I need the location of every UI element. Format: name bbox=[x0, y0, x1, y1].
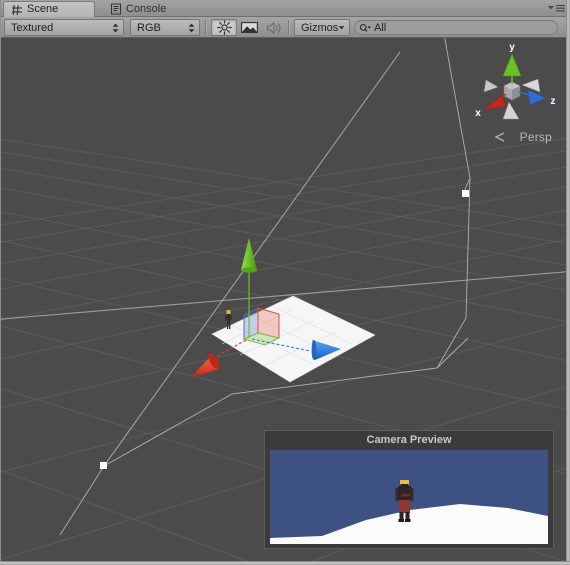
chevron-down-icon bbox=[338, 25, 345, 29]
tab-scene-label: Scene bbox=[27, 3, 59, 15]
camera-preview-title: Camera Preview bbox=[265, 431, 553, 449]
tab-console-label: Console bbox=[126, 2, 167, 15]
neg-x-cone bbox=[521, 78, 541, 93]
gizmos-dropdown[interactable]: Gizmos bbox=[294, 19, 350, 36]
scene-toolbar: Textured RGB Gizmos All bbox=[0, 17, 570, 38]
tab-console[interactable]: Console bbox=[103, 1, 189, 17]
console-list-icon bbox=[111, 3, 121, 15]
lighting-toggle-button[interactable] bbox=[211, 19, 237, 36]
window-right-edge bbox=[566, 0, 570, 565]
frustum-handle bbox=[462, 190, 469, 197]
unity-scene-window: Scene Console Textured RGB Gizmos All y … bbox=[0, 0, 570, 565]
render-mode-dropdown[interactable]: RGB bbox=[130, 19, 200, 36]
draw-mode-dropdown[interactable]: Textured bbox=[4, 19, 124, 36]
audio-toggle-button[interactable] bbox=[261, 19, 287, 36]
gizmo-x-label: x bbox=[475, 108, 481, 119]
neg-z-cone bbox=[483, 79, 499, 93]
search-input[interactable]: All bbox=[354, 20, 558, 35]
tab-scene[interactable]: Scene bbox=[3, 1, 95, 17]
toolbar-separator bbox=[205, 20, 207, 35]
render-mode-label: RGB bbox=[137, 21, 161, 34]
search-dropdown-icon bbox=[359, 23, 371, 32]
projection-mode-label[interactable]: Persp bbox=[520, 130, 552, 144]
toolbar-separator bbox=[288, 20, 290, 35]
window-left-edge bbox=[0, 0, 1, 565]
gizmos-label: Gizmos bbox=[301, 21, 339, 34]
camera-preview-render bbox=[270, 450, 548, 544]
chevron-updown-icon bbox=[112, 23, 119, 32]
chevron-updown-icon bbox=[188, 23, 195, 32]
skybox-toggle-button[interactable] bbox=[236, 19, 262, 36]
gizmo-y-label: y bbox=[509, 42, 515, 53]
camera-preview-panel: Camera Preview bbox=[264, 430, 554, 549]
frustum-handle bbox=[100, 462, 107, 469]
scene-viewport[interactable]: y z x Persp Camera Preview bbox=[0, 38, 566, 561]
panel-options-icon[interactable] bbox=[544, 3, 566, 14]
gizmo-z-label: z bbox=[551, 96, 556, 107]
back-arrow-icon bbox=[494, 132, 505, 142]
sun-icon bbox=[216, 20, 232, 35]
window-bottom-edge bbox=[0, 561, 570, 565]
image-icon bbox=[240, 22, 258, 33]
grid-icon bbox=[12, 4, 22, 15]
search-value: All bbox=[374, 21, 387, 34]
tab-bar: Scene Console bbox=[0, 0, 570, 17]
draw-mode-label: Textured bbox=[11, 21, 54, 34]
speaker-icon bbox=[266, 21, 281, 34]
